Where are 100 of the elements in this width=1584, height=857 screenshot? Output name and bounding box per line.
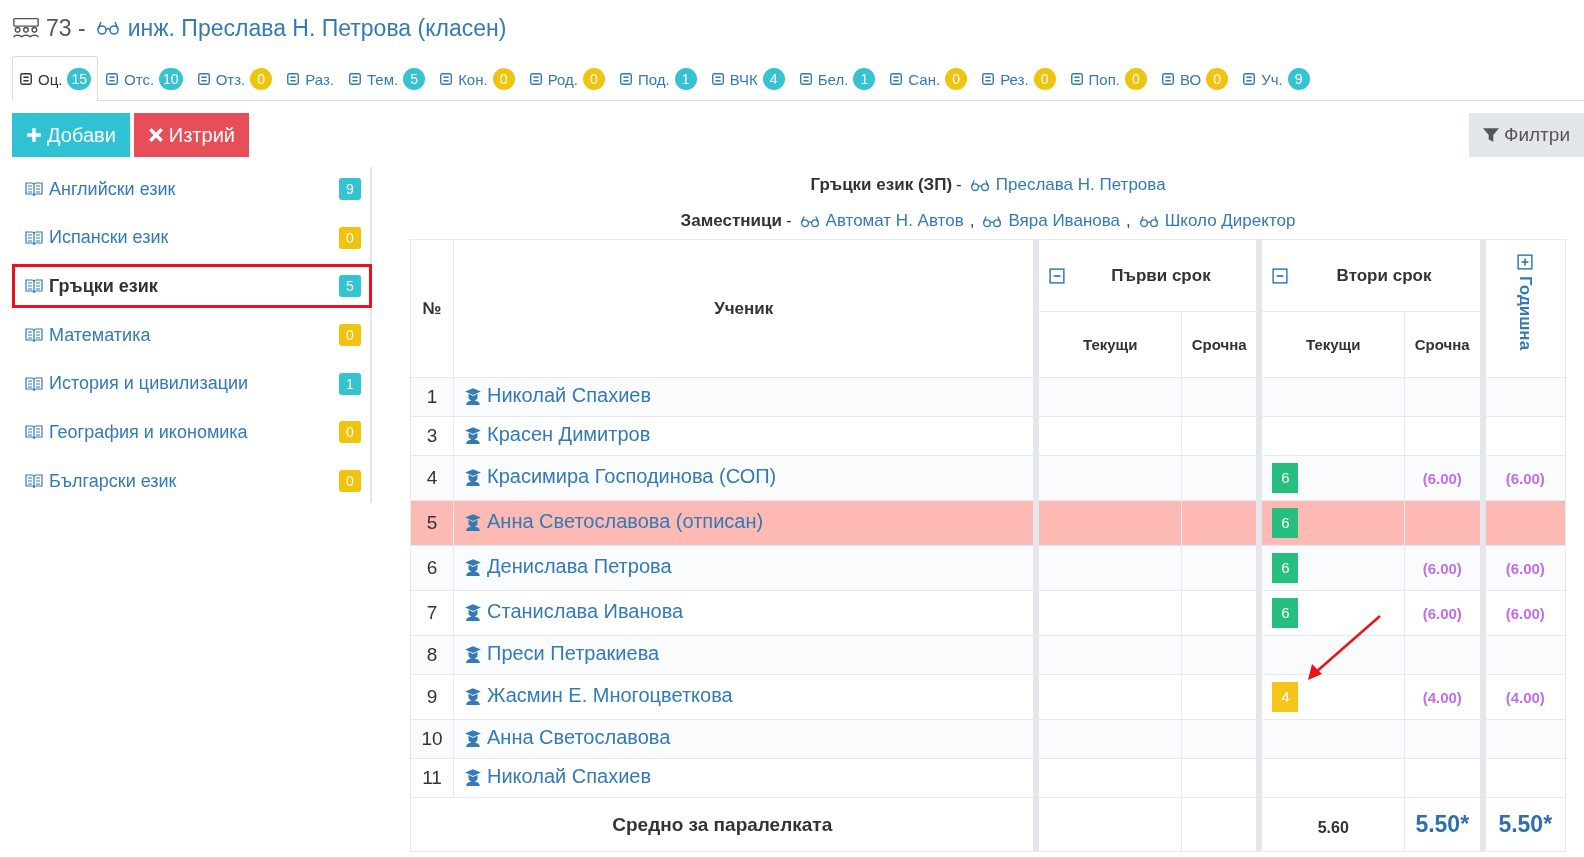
student-link[interactable]: Преси Петракиева	[487, 642, 660, 666]
student-link[interactable]: Анна Светославова	[487, 726, 671, 750]
deputy-link[interactable]: Автомат Н. Автов	[825, 211, 964, 231]
annual-header[interactable]: Годишна	[1515, 276, 1536, 351]
count-badge: 10	[159, 68, 183, 90]
collapse-icon[interactable]	[1272, 267, 1289, 284]
count-badge: 15	[67, 68, 91, 90]
count-badge: 9	[339, 178, 361, 200]
final-grade: (4.00)	[1422, 688, 1462, 706]
teacher-link[interactable]: Преслава Н. Петрова	[995, 175, 1166, 195]
grade-badge[interactable]: 6	[1272, 553, 1299, 583]
subject-item[interactable]: Испански език 0	[12, 215, 372, 260]
count-badge: 0	[945, 68, 968, 90]
subject-item[interactable]: Гръцки език 5	[12, 264, 372, 309]
glasses-icon	[982, 214, 1003, 228]
subject-item[interactable]: Английски език 9	[12, 167, 372, 211]
annual-grade: (4.00)	[1505, 688, 1545, 706]
annual-grade: (6.00)	[1505, 559, 1545, 577]
subject-item[interactable]: Български език 0	[12, 459, 372, 504]
tab[interactable]: Оц. 15	[12, 56, 98, 101]
count-badge: 0	[339, 226, 361, 249]
final-grade: (6.00)	[1422, 469, 1462, 487]
student-link[interactable]: Николай Спахиев	[487, 765, 652, 789]
annual-grade: (6.00)	[1505, 469, 1545, 487]
deputy-link[interactable]: Школо Директор	[1164, 211, 1296, 231]
row-number: 4	[410, 455, 454, 501]
count-badge: 0	[1033, 68, 1056, 90]
tab[interactable]: Под. 1	[611, 56, 704, 101]
count-badge: 0	[339, 324, 361, 347]
tab[interactable]: Сан. 0	[882, 56, 975, 101]
tab[interactable]: Род. 0	[521, 56, 612, 101]
delete-button[interactable]: Изтрий	[133, 113, 249, 157]
group-icon	[12, 17, 40, 39]
subject-item[interactable]: История и цивилизации 1	[12, 361, 372, 406]
row-number: 10	[410, 719, 454, 759]
student-link[interactable]: Красен Димитров	[487, 423, 651, 447]
count-badge: 0	[339, 421, 361, 444]
final-grade: (6.00)	[1422, 604, 1462, 622]
count-badge: 0	[1124, 68, 1147, 90]
term-header: Първи срок	[1110, 265, 1212, 286]
count-badge: 0	[339, 470, 361, 493]
count-badge: 1	[853, 68, 876, 90]
close-icon	[147, 127, 164, 143]
tab[interactable]: Раз.	[279, 56, 341, 101]
count-badge: 0	[492, 68, 515, 90]
grade-badge[interactable]: 6	[1272, 508, 1299, 538]
grade-badge[interactable]: 6	[1272, 463, 1299, 493]
count-badge: 1	[674, 68, 697, 90]
row-number: 8	[410, 635, 454, 675]
annual-grade: (6.00)	[1505, 604, 1545, 622]
glasses-icon	[969, 178, 990, 192]
tab[interactable]: Уч. 9	[1235, 56, 1317, 101]
count-badge: 5	[403, 68, 426, 90]
book-icon	[25, 375, 43, 392]
row-number: 7	[410, 590, 454, 636]
count-badge: 0	[582, 68, 605, 90]
average-annual: 5.50*	[1498, 811, 1553, 837]
separator-text: -	[785, 211, 792, 231]
tab[interactable]: Бел. 1	[791, 56, 883, 101]
subject-item[interactable]: География и икономика 0	[12, 410, 372, 455]
separator-text: -	[956, 175, 962, 195]
book-icon	[25, 424, 43, 441]
student-link[interactable]: Денислава Петрова	[487, 555, 672, 579]
count-badge: 1	[339, 372, 361, 395]
row-number: 1	[410, 377, 454, 417]
deputies-label: Заместници	[680, 211, 782, 231]
book-icon	[25, 229, 43, 246]
book-icon	[25, 278, 43, 295]
count-badge: 5	[339, 275, 361, 298]
comma-text: ,	[1126, 211, 1131, 231]
expand-icon[interactable]	[1517, 254, 1534, 270]
tab[interactable]: Тем. 5	[340, 56, 433, 101]
row-number: 5	[410, 500, 454, 546]
deputy-link[interactable]: Вяра Иванова	[1008, 211, 1121, 231]
tab[interactable]: ВО 0	[1153, 56, 1236, 101]
row-number: 3	[410, 416, 454, 456]
final-grade: (6.00)	[1422, 559, 1462, 577]
tab[interactable]: Поп. 0	[1062, 56, 1154, 101]
row-number: 9	[410, 674, 454, 720]
subject-title: Гръцки език (ЗП)	[810, 175, 953, 195]
term-header: Втори срок	[1335, 265, 1433, 286]
teacher-link[interactable]: инж. Преслава Н. Петрова (класен)	[127, 14, 507, 42]
tab[interactable]: ВЧК 4	[703, 56, 792, 101]
grade-badge[interactable]: 6	[1272, 598, 1299, 628]
tab[interactable]: Рез. 0	[974, 56, 1063, 101]
tab[interactable]: Кон. 0	[432, 56, 522, 101]
tab[interactable]: Отз. 0	[189, 56, 280, 101]
average-final: 5.50*	[1415, 811, 1470, 837]
collapse-icon[interactable]	[1049, 267, 1066, 284]
count-badge: 0	[1206, 68, 1229, 90]
count-badge: 4	[762, 68, 785, 90]
student-link[interactable]: Станислава Иванова	[487, 600, 684, 624]
filter-button[interactable]: Филтри	[1468, 113, 1584, 157]
tab[interactable]: Отс. 10	[98, 56, 190, 101]
row-number: 6	[410, 545, 454, 591]
filter-icon	[1482, 127, 1499, 143]
glasses-icon	[799, 214, 820, 228]
student-link[interactable]: Николай Спахиев	[487, 384, 652, 408]
book-icon	[25, 473, 43, 490]
subject-item[interactable]: Математика 0	[12, 313, 372, 358]
